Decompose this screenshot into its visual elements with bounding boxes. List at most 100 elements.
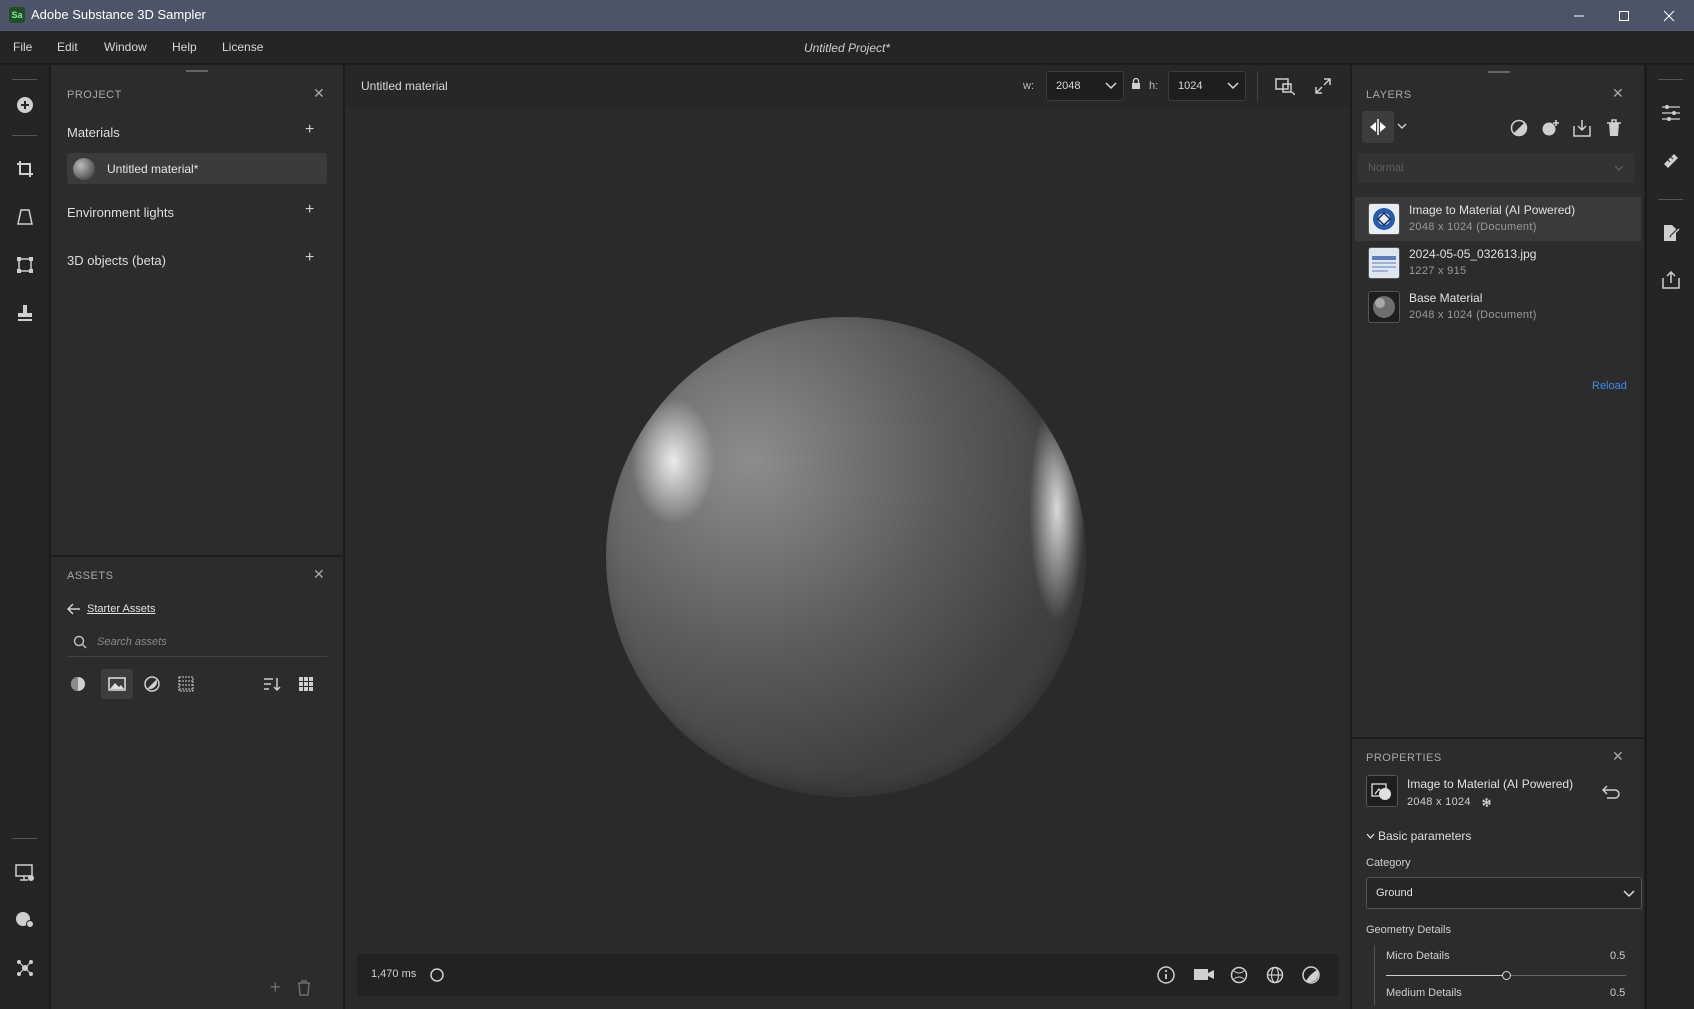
- micro-details-value: 0.5: [1610, 950, 1626, 962]
- maximize-button[interactable]: [1601, 0, 1647, 31]
- export-layer-button[interactable]: [1573, 119, 1591, 137]
- width-label: w:: [1023, 80, 1034, 92]
- fullscreen-button[interactable]: [1315, 78, 1331, 94]
- compare-icon: [1370, 119, 1386, 135]
- filter-filters-button[interactable]: [141, 673, 163, 695]
- add-layer-button[interactable]: [1541, 119, 1561, 137]
- close-assets-panel-button[interactable]: ✕: [313, 566, 325, 583]
- size-settings-button[interactable]: [1480, 796, 1493, 809]
- add-environment-light-button[interactable]: +: [305, 201, 314, 219]
- layer-row[interactable]: Base Material 2048 x 1024 (Document): [1355, 285, 1641, 329]
- stamp-icon: [18, 305, 32, 321]
- adjustments-tool[interactable]: [1659, 101, 1683, 125]
- add-filter-button[interactable]: [1510, 119, 1528, 137]
- chevron-down-icon: [1623, 890, 1635, 898]
- image-thumbnail-icon: [1372, 256, 1396, 272]
- display-settings-tool[interactable]: [13, 861, 37, 885]
- breadcrumb-starter-assets[interactable]: Starter Assets: [87, 603, 155, 615]
- filter-materials-button[interactable]: [67, 673, 89, 695]
- close-icon: [1663, 10, 1675, 21]
- globe-icon: [1266, 966, 1284, 984]
- layer-row[interactable]: 2024-05-05_032613.jpg 1227 x 915: [1355, 241, 1641, 285]
- camera-button[interactable]: [1193, 967, 1215, 983]
- viewport[interactable]: Untitled material w: 2048 h: 1024 1,470 …: [345, 65, 1350, 1009]
- micro-details-slider[interactable]: [1386, 971, 1626, 981]
- height-select[interactable]: 1024: [1168, 71, 1246, 101]
- close-properties-panel-button[interactable]: ✕: [1612, 748, 1624, 765]
- delete-layer-button[interactable]: [1606, 119, 1622, 137]
- height-label: h:: [1149, 80, 1159, 92]
- reload-link[interactable]: Reload: [1592, 380, 1627, 392]
- panel-drag-handle[interactable]: [186, 70, 208, 72]
- globe-settings-icon: [16, 912, 34, 928]
- slider-thumb[interactable]: [1502, 971, 1511, 980]
- filter-atlases-button[interactable]: [175, 673, 197, 695]
- add-material-button[interactable]: +: [305, 121, 314, 139]
- minimize-button[interactable]: [1556, 0, 1602, 31]
- category-value: Ground: [1376, 887, 1413, 899]
- layer-thumbnail: [1368, 291, 1400, 323]
- environment-settings-tool[interactable]: [13, 908, 37, 932]
- strip-divider: [12, 79, 37, 80]
- chevron-down-icon: [1614, 165, 1624, 171]
- environment-lights-section-title: Environment lights: [67, 205, 174, 220]
- transform-tool[interactable]: [13, 253, 37, 277]
- share-icon: [1662, 271, 1680, 289]
- render-time: 1,470 ms: [371, 968, 417, 980]
- close-window-button[interactable]: [1646, 0, 1692, 31]
- material-list-item[interactable]: Untitled material*: [67, 153, 327, 184]
- close-layers-panel-button[interactable]: ✕: [1612, 85, 1624, 102]
- height-value: 1024: [1178, 80, 1203, 92]
- material-name: Untitled material*: [107, 162, 199, 176]
- back-button[interactable]: [67, 603, 81, 615]
- sort-button[interactable]: [261, 673, 283, 695]
- material-preview-sphere[interactable]: [606, 317, 1086, 797]
- material-view-button[interactable]: [1302, 966, 1320, 984]
- material-ball-icon: [1302, 966, 1320, 984]
- micro-details-label: Micro Details: [1386, 950, 1450, 962]
- filter-images-button[interactable]: [101, 669, 133, 699]
- ai-material-icon: [1373, 208, 1395, 230]
- layer-thumbnail: [1368, 203, 1400, 235]
- sphere-icon: [71, 677, 85, 691]
- delete-asset-button[interactable]: [297, 980, 311, 996]
- sliders-icon: [1662, 105, 1680, 121]
- view-mode-button[interactable]: [1275, 77, 1295, 95]
- assets-panel-title: ASSETS: [67, 570, 114, 582]
- geometry-details-label: Geometry Details: [1366, 924, 1451, 936]
- crop-icon: [17, 161, 33, 177]
- grid-view-icon: [299, 677, 313, 691]
- add-tool[interactable]: [13, 93, 37, 117]
- stamp-tool[interactable]: [13, 301, 37, 325]
- environment-button[interactable]: [1266, 966, 1286, 984]
- perspective-tool[interactable]: [13, 205, 37, 229]
- measure-tool[interactable]: [1659, 149, 1683, 173]
- grid-view-button[interactable]: [295, 673, 317, 695]
- add-3d-object-button[interactable]: +: [305, 249, 314, 267]
- share-tool[interactable]: [1659, 268, 1683, 292]
- add-layer-icon: [1542, 120, 1559, 136]
- info-button[interactable]: [1157, 966, 1175, 984]
- panel-drag-handle[interactable]: [1488, 71, 1510, 73]
- viewport-material-name: Untitled material: [361, 79, 448, 93]
- width-select[interactable]: 2048: [1046, 71, 1124, 101]
- sphere-thumbnail-icon: [1373, 296, 1395, 318]
- layer-size: 2048 x 1024 (Document): [1409, 221, 1537, 233]
- blend-mode-select[interactable]: Normal: [1358, 153, 1634, 183]
- edit-tool[interactable]: [1659, 221, 1683, 245]
- category-select[interactable]: Ground: [1366, 877, 1642, 909]
- lock-aspect-button[interactable]: [1131, 78, 1141, 90]
- plugins-tool[interactable]: [13, 956, 37, 980]
- image-icon: [108, 677, 126, 691]
- compare-dropdown-button[interactable]: [1397, 123, 1407, 130]
- layer-row[interactable]: Image to Material (AI Powered) 2048 x 10…: [1355, 197, 1641, 241]
- compare-button[interactable]: [1362, 111, 1394, 143]
- filter-icon: [144, 676, 160, 692]
- properties-thumbnail: [1366, 775, 1398, 807]
- reset-button[interactable]: [1602, 785, 1620, 799]
- crop-tool[interactable]: [13, 157, 37, 181]
- add-asset-button[interactable]: +: [270, 977, 281, 998]
- mesh-button[interactable]: [1230, 966, 1250, 984]
- search-assets-field[interactable]: Search assets: [67, 627, 327, 657]
- close-project-panel-button[interactable]: ✕: [313, 85, 325, 102]
